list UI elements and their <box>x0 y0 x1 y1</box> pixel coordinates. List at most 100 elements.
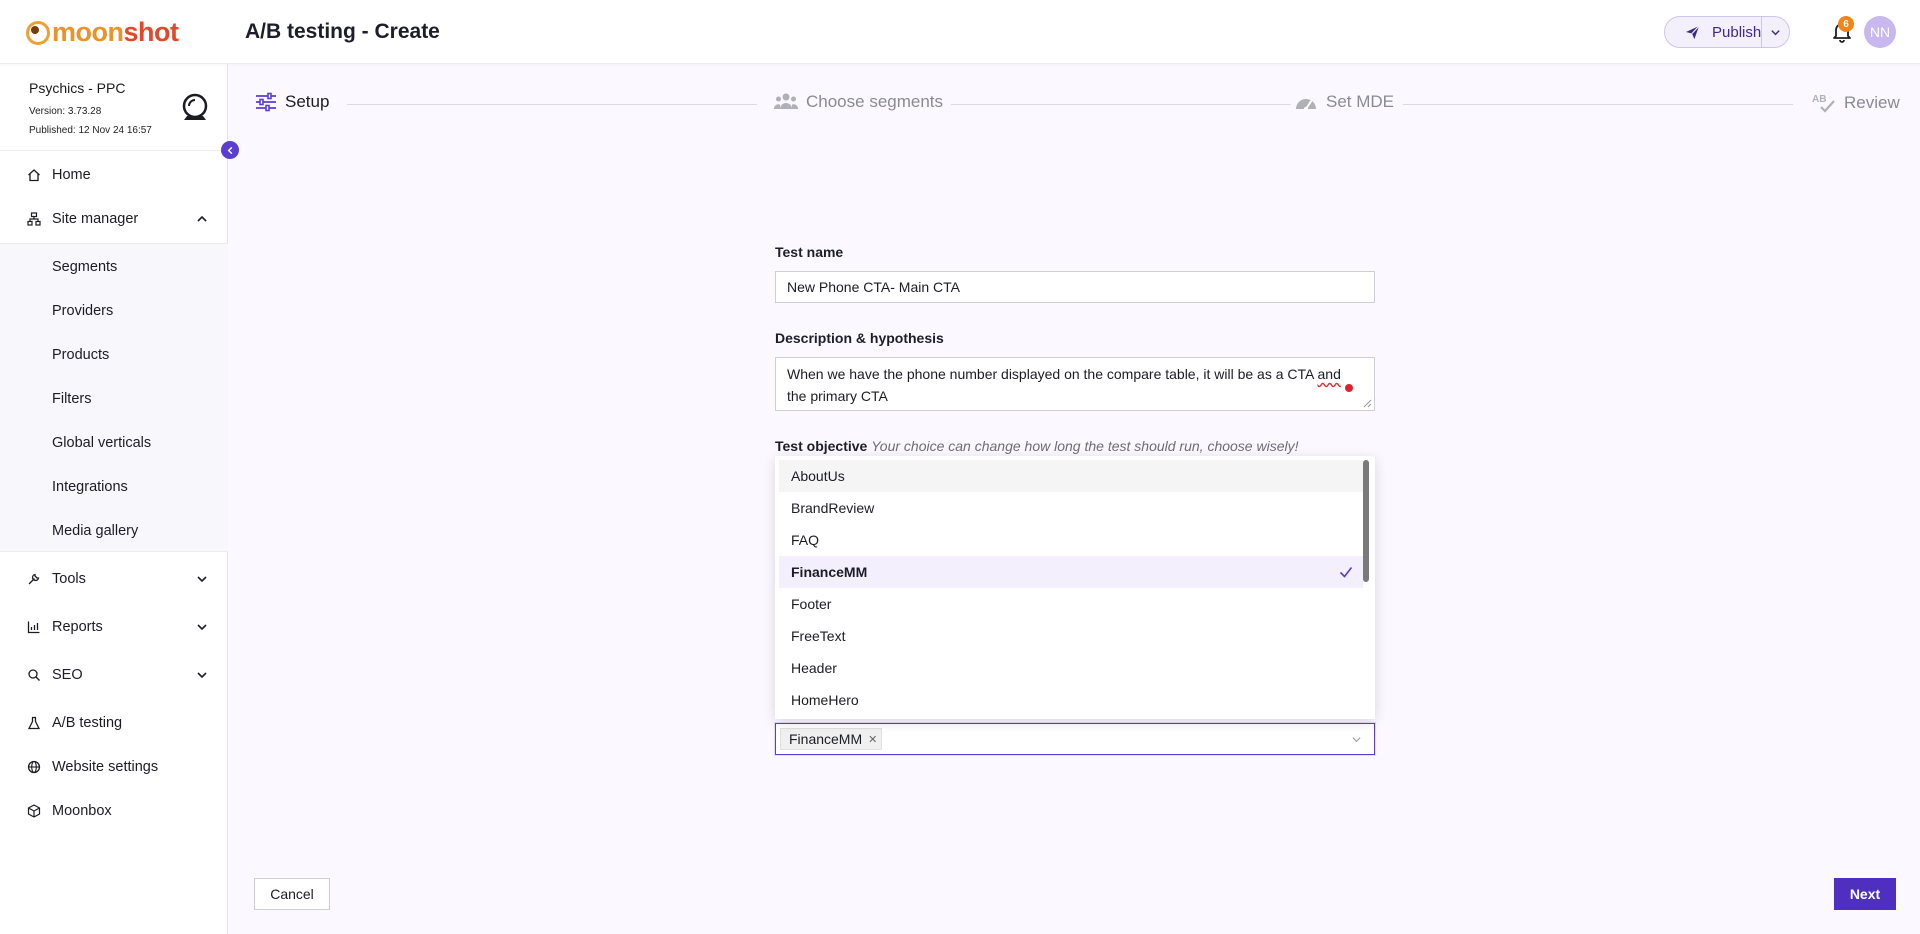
gauge-icon <box>1296 99 1316 111</box>
step-setup[interactable]: Setup <box>255 92 329 112</box>
site-version: Version: 3.73.28 <box>29 106 102 117</box>
sidebar-item-label: A/B testing <box>52 715 123 731</box>
site-manager-submenu: Segments Providers Products Filters Glob… <box>0 243 228 552</box>
sidebar-item-label: Reports <box>52 619 103 635</box>
publish-button[interactable]: Publish <box>1665 17 1761 47</box>
site-info: Psychics - PPC Version: 3.73.28 Publishe… <box>0 64 228 151</box>
step-label: Setup <box>285 92 330 111</box>
sidebar-item-home[interactable]: Home <box>0 155 228 195</box>
sidebar-item-label: Website settings <box>52 759 159 775</box>
globe-icon <box>27 760 41 774</box>
dropdown-option[interactable]: FAQ <box>779 524 1363 556</box>
sidebar-item-label: Tools <box>52 571 86 587</box>
resize-handle-icon[interactable] <box>1363 399 1372 408</box>
dropdown-option[interactable]: BrandReview <box>779 492 1363 524</box>
remove-tag-icon[interactable]: ✕ <box>868 733 877 746</box>
chevron-down-icon <box>197 576 207 583</box>
sidebar-item-label: Site manager <box>52 211 139 227</box>
dropdown-option[interactable]: HomeHero <box>779 684 1363 716</box>
step-review[interactable]: AB Review <box>1812 92 1900 114</box>
sidebar-item-label: Moonbox <box>52 803 112 819</box>
dropdown-option[interactable]: Header <box>779 652 1363 684</box>
collapse-sidebar-button[interactable] <box>221 141 239 159</box>
test-objective-hint: Your choice can change how long the test… <box>871 438 1299 454</box>
sidebar-subitem-products[interactable]: Products <box>52 347 109 363</box>
cancel-button[interactable]: Cancel <box>254 878 330 910</box>
page-title: A/B testing - Create <box>245 20 440 43</box>
test-name-input[interactable] <box>775 271 1375 303</box>
chevron-down-icon <box>1352 737 1361 743</box>
logo-text: moonshot <box>52 17 179 47</box>
dropdown-option-label: FinanceMM <box>791 564 868 580</box>
sidebar-item-label: Home <box>52 167 91 183</box>
site-published: Published: 12 Nov 24 16:57 <box>29 125 152 136</box>
chart-icon <box>27 621 40 634</box>
sidebar-item-ab-testing[interactable]: A/B testing <box>0 703 228 743</box>
step-label: Review <box>1844 93 1900 112</box>
sidebar: Psychics - PPC Version: 3.73.28 Publishe… <box>0 64 228 934</box>
crystal-ball-icon <box>182 93 208 120</box>
sidebar-item-tools[interactable]: Tools <box>0 559 228 599</box>
dropdown-option-selected[interactable]: FinanceMM <box>779 556 1363 588</box>
sidebar-subitem-integrations[interactable]: Integrations <box>52 479 128 495</box>
users-icon <box>774 93 798 109</box>
box-icon <box>27 804 41 818</box>
flask-icon <box>27 716 41 730</box>
send-icon <box>1685 25 1700 39</box>
svg-text:AB: AB <box>1812 94 1826 105</box>
user-avatar[interactable]: NN <box>1864 16 1896 48</box>
step-connector <box>951 104 1291 105</box>
ab-check-icon: AB <box>1812 94 1835 113</box>
sliders-icon <box>256 92 276 112</box>
description-text: When we have the phone number displayed … <box>787 366 1318 382</box>
chevron-down-icon <box>1771 29 1780 35</box>
sidebar-subitem-global-verticals[interactable]: Global verticals <box>52 435 151 451</box>
top-header: moonshot A/B testing - Create Publish 6 … <box>0 0 1920 64</box>
sidebar-subitem-media-gallery[interactable]: Media gallery <box>52 523 138 539</box>
step-label: Choose segments <box>806 92 944 111</box>
selected-tag-label: FinanceMM <box>789 731 863 747</box>
dropdown-option[interactable]: AboutUs <box>779 460 1363 492</box>
sitemap-icon <box>27 212 41 226</box>
publish-options-button[interactable] <box>1761 17 1789 47</box>
spellcheck-indicator[interactable] <box>1345 384 1353 392</box>
test-objective-label: Test objective Your choice can change ho… <box>775 438 1299 454</box>
sidebar-item-reports[interactable]: Reports <box>0 607 228 647</box>
home-icon <box>28 169 40 182</box>
step-connector <box>347 104 757 105</box>
sidebar-item-site-manager[interactable]: Site manager <box>0 199 228 239</box>
objective-dropdown: AboutUs BrandReview FAQ FinanceMM Footer… <box>775 456 1375 719</box>
test-objective-title: Test objective <box>775 438 868 454</box>
sidebar-item-moonbox[interactable]: Moonbox <box>0 791 228 831</box>
step-choose-segments[interactable]: Choose segments <box>774 92 943 112</box>
selected-tag: FinanceMM ✕ <box>780 728 883 750</box>
misspelled-word: and <box>1317 366 1341 382</box>
sidebar-subitem-segments[interactable]: Segments <box>52 259 117 275</box>
chevron-down-icon <box>197 672 207 679</box>
description-textarea[interactable]: When we have the phone number displayed … <box>775 357 1375 411</box>
chevron-left-icon <box>227 146 232 154</box>
moonshot-logo[interactable]: moonshot <box>26 17 179 48</box>
dropdown-scrollbar[interactable] <box>1363 460 1369 582</box>
step-set-mde[interactable]: Set MDE <box>1294 92 1394 112</box>
step-connector <box>1403 104 1793 105</box>
site-name: Psychics - PPC <box>29 80 126 96</box>
objective-select[interactable]: FinanceMM ✕ <box>775 723 1375 755</box>
test-name-label: Test name <box>775 244 844 260</box>
publish-label: Publish <box>1712 23 1762 41</box>
dropdown-option[interactable]: FreeText <box>779 620 1363 652</box>
sidebar-subitem-filters[interactable]: Filters <box>52 391 91 407</box>
dropdown-option[interactable]: Footer <box>779 588 1363 620</box>
search-icon <box>28 669 40 681</box>
description-text: the primary CTA <box>787 388 888 404</box>
sidebar-subitem-providers[interactable]: Providers <box>52 303 113 319</box>
next-button[interactable]: Next <box>1834 878 1896 910</box>
sidebar-item-website-settings[interactable]: Website settings <box>0 747 228 787</box>
check-icon <box>1339 567 1353 578</box>
step-label: Set MDE <box>1326 92 1395 111</box>
sidebar-item-label: SEO <box>52 667 83 683</box>
publish-split-button: Publish <box>1664 16 1790 48</box>
wrench-icon <box>28 573 40 585</box>
notification-badge: 6 <box>1838 16 1854 32</box>
sidebar-item-seo[interactable]: SEO <box>0 655 228 695</box>
